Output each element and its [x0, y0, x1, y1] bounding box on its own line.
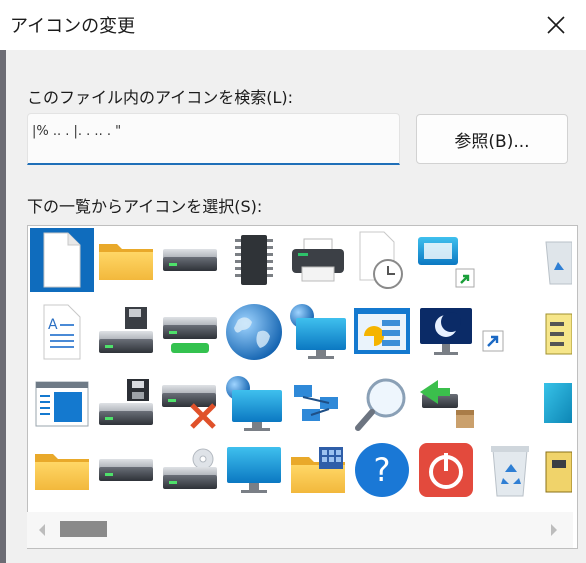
icon-cell-printer[interactable]: [286, 228, 350, 292]
window-title: アイコンの変更: [10, 16, 136, 37]
icon-file-path-input[interactable]: |% .. . |. . .. . ": [27, 113, 400, 165]
blank-document-icon: [43, 232, 81, 288]
web-monitor-icon: [226, 376, 282, 431]
clock-document-icon: [359, 231, 403, 289]
icon-cell-window-document[interactable]: [30, 372, 94, 436]
scroll-right-arrow-icon[interactable]: [551, 524, 557, 536]
shortcut-arrow-icon: [482, 330, 504, 352]
icon-cell-presentation[interactable]: [350, 300, 414, 364]
icon-cell-clock-document[interactable]: [350, 228, 414, 292]
recycle-bin-icon: [491, 446, 529, 497]
icon-cell-power[interactable]: [414, 438, 478, 502]
horizontal-scrollbar[interactable]: [27, 512, 573, 548]
folder-icon: [35, 454, 89, 490]
icon-cell-drive-floppy[interactable]: [94, 300, 158, 364]
icon-cell-cd-drive[interactable]: [158, 438, 222, 502]
title-bar: アイコンの変更: [0, 0, 586, 50]
icon-cell-key-partial[interactable]: [528, 438, 576, 502]
icon-cell-teal-block[interactable]: [528, 372, 576, 436]
usb-box-icon: [420, 380, 474, 428]
window-document-icon: [35, 381, 89, 427]
drive-green-icon: [163, 317, 217, 353]
icon-cell-network-monitor[interactable]: [286, 300, 350, 364]
recycle-bin-partial-icon: [545, 241, 572, 285]
icon-cell-shortcut-arrow[interactable]: [478, 318, 508, 364]
scroll-thumb[interactable]: [60, 521, 107, 537]
monitor-icon: [227, 447, 281, 493]
drive-error-icon: [162, 385, 216, 429]
icon-cell-monitor[interactable]: [222, 438, 286, 502]
scroll-left-arrow-icon[interactable]: [39, 524, 45, 536]
svg-text:?: ?: [374, 451, 391, 489]
drive-save-icon: [99, 379, 153, 425]
icon-cell-drive-green[interactable]: [158, 300, 222, 364]
network-monitor-icon: [290, 304, 346, 359]
teal-block-icon: [544, 383, 572, 423]
moon-monitor-icon: [420, 308, 472, 355]
printer-icon: [292, 238, 344, 282]
hard-drive-icon: [163, 249, 217, 271]
icon-cell-globe[interactable]: [222, 300, 286, 364]
icon-cell-usb-box[interactable]: [414, 372, 478, 436]
close-button[interactable]: [526, 0, 586, 50]
icon-cell-network-nodes[interactable]: [286, 372, 350, 436]
icon-cell-magnifier[interactable]: [350, 372, 414, 436]
icon-cell-window-shortcut[interactable]: [414, 228, 478, 292]
search-label: このファイル内のアイコンを検索(L):: [27, 88, 293, 107]
icon-cell-recycle-bin-partial[interactable]: [528, 228, 576, 292]
key-partial-icon: [545, 451, 572, 493]
network-nodes-icon: [294, 385, 338, 421]
folder-grid-icon: [291, 447, 345, 493]
settings-partial-icon: [545, 313, 572, 355]
icon-cell-web-monitor[interactable]: [222, 372, 286, 436]
icon-cell-hard-drive-2[interactable]: [94, 438, 158, 502]
icon-cell-folder[interactable]: [94, 228, 158, 292]
presentation-icon: [354, 308, 410, 354]
window-edge: [0, 50, 6, 563]
icon-cell-text-document[interactable]: A: [30, 300, 94, 364]
icon-cell-folder-grid[interactable]: [286, 438, 350, 502]
drive-floppy-icon: [99, 307, 153, 353]
icon-cell-moon-monitor[interactable]: [414, 300, 478, 364]
svg-text:A: A: [48, 317, 58, 333]
text-document-icon: A: [43, 304, 81, 360]
browse-button[interactable]: 参照(B)...: [416, 114, 568, 164]
icon-list-label: 下の一覧からアイコンを選択(S):: [27, 197, 263, 216]
icon-cell-chip[interactable]: [222, 228, 286, 292]
folder-icon: [99, 244, 153, 280]
icon-cell-help[interactable]: ?: [350, 438, 414, 502]
cd-drive-icon: [163, 448, 217, 489]
icon-cell-folder-2[interactable]: [30, 438, 94, 502]
hard-drive-icon: [99, 459, 153, 481]
icon-cell-blank-document[interactable]: [30, 228, 94, 292]
icon-cell-drive-error[interactable]: [158, 372, 222, 436]
close-icon: [547, 16, 565, 34]
magnifier-icon: [355, 378, 406, 431]
help-icon: ?: [355, 443, 409, 497]
power-icon: [419, 443, 473, 497]
globe-icon: [226, 304, 282, 360]
icon-cell-settings-partial[interactable]: [528, 300, 576, 364]
icon-cell-hard-drive[interactable]: [158, 228, 222, 292]
window-shortcut-icon: [418, 237, 475, 288]
icon-list[interactable]: A ?: [27, 225, 578, 549]
icon-cell-drive-save[interactable]: [94, 372, 158, 436]
chip-icon: [235, 235, 273, 285]
